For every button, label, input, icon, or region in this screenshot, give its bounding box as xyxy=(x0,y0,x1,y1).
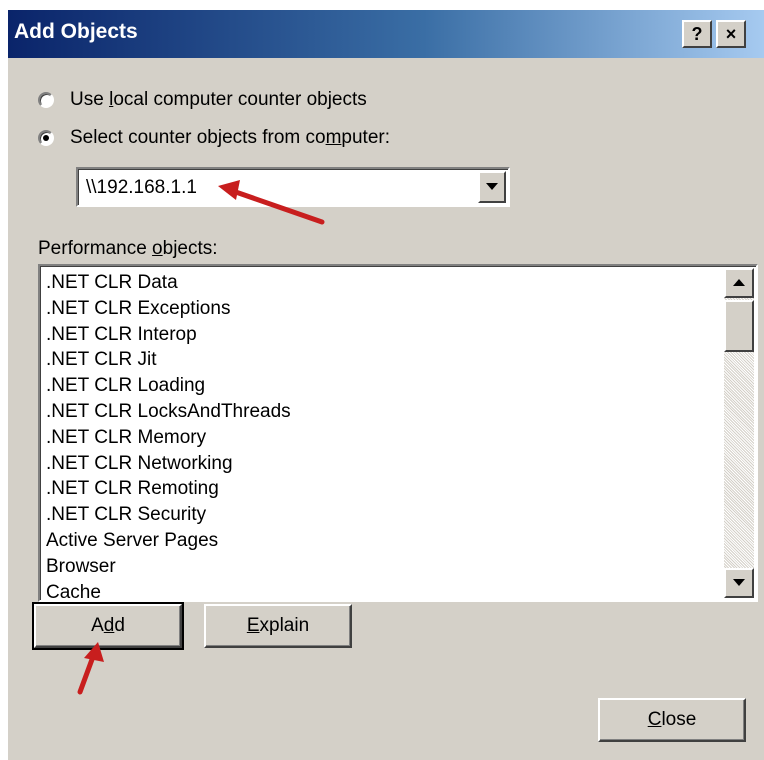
scroll-thumb[interactable] xyxy=(724,300,754,352)
radio-label-remote: Select counter objects from computer: xyxy=(70,127,390,148)
list-item[interactable]: .NET CLR Networking xyxy=(46,451,291,477)
scroll-down-button[interactable] xyxy=(724,568,754,598)
window-title: Add Objects xyxy=(14,20,138,43)
list-item[interactable]: Active Server Pages xyxy=(46,528,291,554)
title-bar: Add Objects ? × xyxy=(8,10,764,58)
chevron-down-icon xyxy=(486,183,498,190)
list-item[interactable]: .NET CLR Data xyxy=(46,270,291,296)
list-item[interactable]: .NET CLR Interop xyxy=(46,322,291,348)
list-item[interactable]: Browser xyxy=(46,554,291,580)
add-objects-dialog: Add Objects ? × Use local computer count… xyxy=(6,8,764,760)
annotation-arrow-add xyxy=(77,642,104,695)
radio-label-local: Use local computer counter objects xyxy=(70,89,367,110)
performance-objects-label: Performance objects: xyxy=(38,238,218,259)
help-button[interactable]: ? xyxy=(682,20,712,48)
list-item[interactable]: .NET CLR Remoting xyxy=(46,476,291,502)
list-item[interactable]: .NET CLR LocksAndThreads xyxy=(46,399,291,425)
radio-button-checked[interactable] xyxy=(38,130,54,146)
list-scrollbar[interactable] xyxy=(724,268,754,598)
list-item[interactable]: .NET CLR Jit xyxy=(46,347,291,373)
chevron-down-icon xyxy=(733,579,745,586)
list-item[interactable]: Cache xyxy=(46,580,291,600)
close-button[interactable]: Close xyxy=(598,698,746,742)
radio-use-local[interactable]: Use local computer counter objects xyxy=(38,85,367,115)
list-item[interactable]: .NET CLR Security xyxy=(46,502,291,528)
computer-value: \\192.168.1.1 xyxy=(86,177,197,198)
radio-select-from-computer[interactable]: Select counter objects from computer: xyxy=(38,123,390,153)
list-item[interactable]: .NET CLR Loading xyxy=(46,373,291,399)
scroll-up-button[interactable] xyxy=(724,268,754,298)
list-item[interactable]: .NET CLR Memory xyxy=(46,425,291,451)
chevron-up-icon xyxy=(733,279,745,286)
annotation-arrow-computer xyxy=(218,180,325,225)
explain-button[interactable]: Explain xyxy=(204,604,352,648)
performance-objects-list[interactable]: .NET CLR Data .NET CLR Exceptions .NET CLR… xyxy=(38,264,758,602)
radio-button-unchecked[interactable] xyxy=(38,92,54,108)
list-item[interactable]: .NET CLR Exceptions xyxy=(46,296,291,322)
performance-objects-items: .NET CLR Data .NET CLR Exceptions .NET CLR… xyxy=(46,270,291,600)
computer-dropdown-button[interactable] xyxy=(478,171,506,203)
close-window-button[interactable]: × xyxy=(716,20,746,48)
